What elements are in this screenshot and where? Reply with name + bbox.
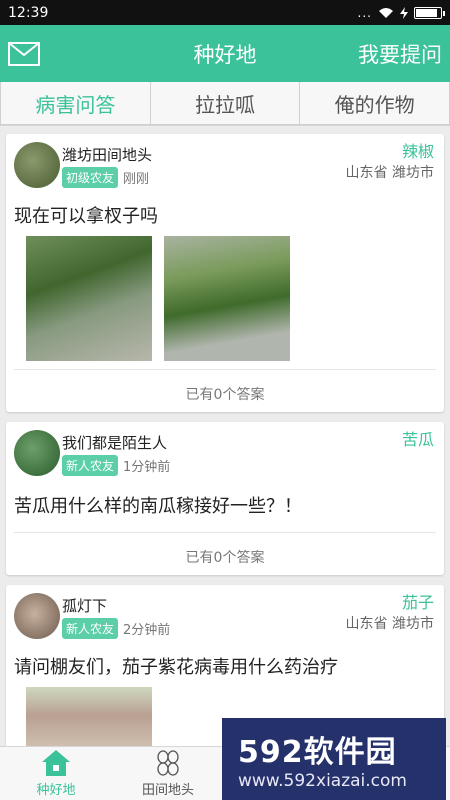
tab-chat[interactable]: 拉拉呱 bbox=[149, 82, 301, 125]
user-name[interactable]: 潍坊田间地头 bbox=[62, 144, 152, 165]
user-name[interactable]: 孤灯下 bbox=[62, 595, 170, 616]
post-photo[interactable] bbox=[26, 687, 152, 746]
avatar[interactable] bbox=[14, 142, 60, 188]
post-location: 山东省 潍坊市 bbox=[345, 616, 434, 632]
user-level-badge: 初级农友 bbox=[62, 167, 119, 188]
user-level-badge: 新人农友 bbox=[62, 455, 119, 476]
nav-label: 田间地头 bbox=[141, 783, 194, 798]
post-time: 刚刚 bbox=[123, 172, 150, 187]
ask-question-button[interactable]: 我要提问 bbox=[358, 39, 442, 69]
battery-level bbox=[416, 8, 437, 17]
site-watermark: 592软件园 www.592xiazai.com bbox=[222, 718, 446, 800]
house-icon bbox=[42, 750, 70, 776]
question-text[interactable]: 苦瓜用什么样的南瓜稼接好一些？！ bbox=[6, 482, 444, 532]
answer-count[interactable]: 已有0个答案 bbox=[14, 532, 436, 575]
user-name[interactable]: 我们都是陌生人 bbox=[62, 432, 170, 453]
crop-tag[interactable]: 辣椒 bbox=[402, 138, 434, 162]
wifi-icon bbox=[379, 7, 393, 18]
post-time: 2分钟前 bbox=[123, 623, 171, 638]
avatar[interactable] bbox=[14, 430, 60, 476]
crop-tag[interactable]: 茄子 bbox=[402, 589, 434, 613]
status-icons: ... bbox=[357, 5, 445, 20]
question-text[interactable]: 现在可以拿杈子吗 bbox=[6, 194, 444, 236]
post-location: 山东省 潍坊市 bbox=[345, 165, 434, 181]
nav-field[interactable]: 田间地头 bbox=[112, 747, 224, 800]
notification-dots: ... bbox=[357, 5, 372, 20]
mail-icon[interactable] bbox=[8, 41, 40, 66]
battery-icon bbox=[414, 6, 445, 19]
watermark-brand: 592软件园 bbox=[238, 735, 397, 770]
post-photo[interactable] bbox=[164, 236, 290, 361]
post-photo[interactable] bbox=[26, 236, 152, 361]
watermark-url: www.592xiazai.com bbox=[238, 771, 407, 791]
user-level-badge: 新人农友 bbox=[62, 618, 119, 639]
post-card[interactable]: 我们都是陌生人 新人农友 1分钟前 苦瓜 苦瓜用什么样的南瓜稼接好一些？！ 已有… bbox=[6, 422, 444, 575]
post-feed[interactable]: 潍坊田间地头 初级农友 刚刚 辣椒 山东省 潍坊市 现在可以拿杈子吗 已有0个答… bbox=[0, 126, 450, 746]
app-header: 种好地 我要提问 bbox=[0, 25, 450, 82]
status-bar: 12:39 ... bbox=[0, 0, 450, 25]
post-card[interactable]: 潍坊田间地头 初级农友 刚刚 辣椒 山东省 潍坊市 现在可以拿杈子吗 已有0个答… bbox=[6, 134, 444, 412]
charging-icon bbox=[400, 6, 408, 19]
nav-label: 种好地 bbox=[36, 783, 76, 798]
tab-disease-qa[interactable]: 病害问答 bbox=[0, 82, 151, 125]
answer-count[interactable]: 已有0个答案 bbox=[14, 369, 436, 412]
status-time: 12:39 bbox=[8, 4, 49, 21]
question-text[interactable]: 请问棚友们，茄子紫花病毒用什么药治疗 bbox=[6, 645, 444, 687]
tab-bar: 病害问答 拉拉呱 俺的作物 bbox=[0, 82, 450, 126]
tab-my-crops[interactable]: 俺的作物 bbox=[299, 82, 450, 125]
clover-icon bbox=[157, 750, 179, 776]
avatar[interactable] bbox=[14, 593, 60, 639]
crop-tag[interactable]: 苦瓜 bbox=[402, 426, 434, 450]
post-time: 1分钟前 bbox=[123, 460, 171, 475]
nav-home[interactable]: 种好地 bbox=[0, 747, 112, 800]
